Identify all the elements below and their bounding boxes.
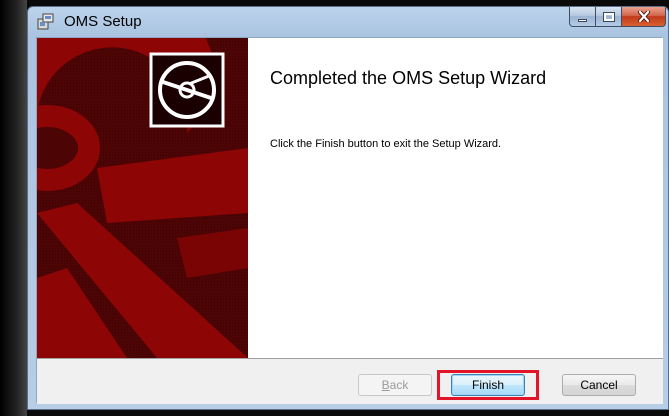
- maximize-icon: [602, 11, 615, 22]
- title-bar[interactable]: OMS Setup: [28, 7, 668, 37]
- finish-highlight-box: [437, 370, 539, 400]
- back-label-rest: ack: [389, 378, 409, 392]
- installer-icon[interactable]: [37, 13, 54, 30]
- page-description: Click the Finish button to exit the Setu…: [270, 138, 502, 150]
- back-mnemonic: B: [381, 378, 390, 392]
- back-button[interactable]: Back: [358, 374, 432, 396]
- close-button[interactable]: [622, 7, 666, 27]
- disc-icon: [149, 52, 225, 128]
- caption-buttons: [569, 7, 666, 27]
- close-icon: [637, 11, 650, 22]
- wizard-banner: [37, 38, 248, 358]
- minimize-icon: [578, 18, 587, 22]
- wizard-page: Completed the OMS Setup Wizard Click the…: [36, 37, 663, 404]
- window-title: OMS Setup: [64, 13, 142, 30]
- desktop-edge: [0, 0, 27, 416]
- setup-window: OMS Setup Completed the OMS Setup Wizard…: [27, 6, 669, 410]
- maximize-button[interactable]: [596, 7, 622, 27]
- minimize-button[interactable]: [569, 7, 596, 27]
- page-title: Completed the OMS Setup Wizard: [270, 68, 547, 88]
- button-bar: Back Finish Cancel: [37, 358, 663, 404]
- cancel-button[interactable]: Cancel: [562, 374, 636, 396]
- wizard-content: Completed the OMS Setup Wizard Click the…: [248, 38, 663, 358]
